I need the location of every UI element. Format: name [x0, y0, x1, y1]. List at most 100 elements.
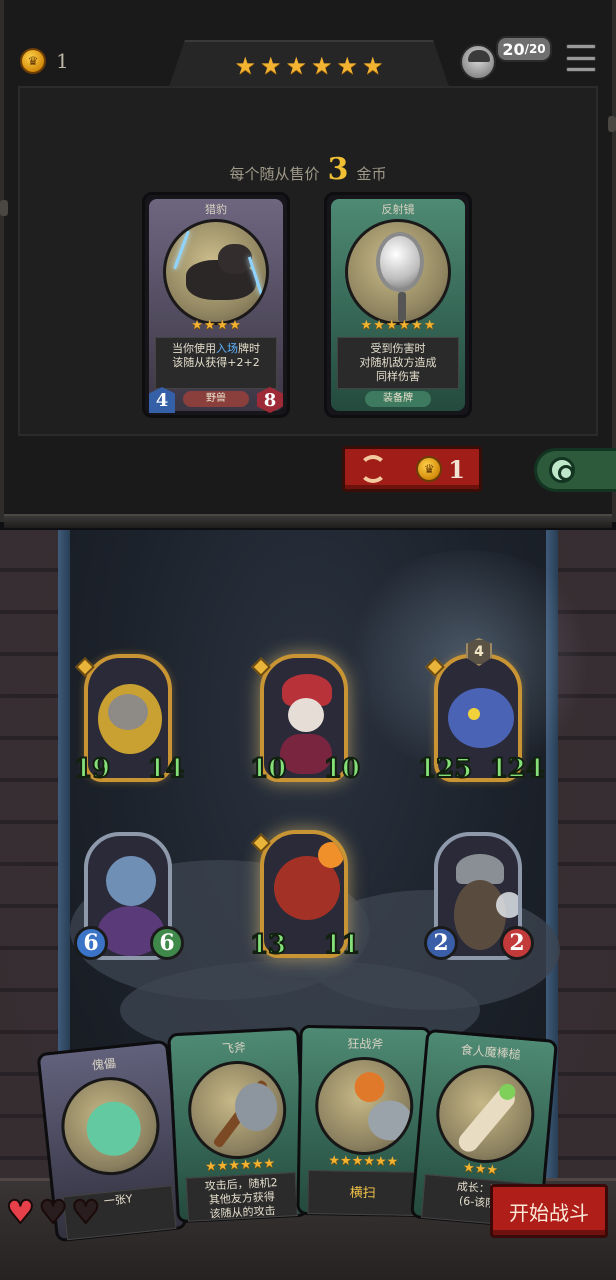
card-description: 攻击后，随机2 其他友方获得 该随从的攻击 — [185, 1172, 298, 1222]
card-stars: ★ ★ ★ ★ — [145, 319, 287, 332]
mirror-art — [345, 219, 451, 325]
board-unit-viking-dwarf[interactable]: 2 2 — [424, 832, 534, 968]
star-icon: ★ — [251, 1156, 264, 1173]
puppet-mask — [84, 1099, 144, 1159]
shop-area — [18, 86, 598, 436]
card-description: 受到伤害时 对随机敌方造成 同样伤害 — [337, 337, 459, 389]
star-icon: ★ — [423, 318, 436, 333]
player-avatar[interactable] — [460, 44, 496, 80]
card-title: 反射镜 — [381, 203, 415, 216]
heart-icon: ♥ — [5, 1193, 36, 1231]
panther-head — [218, 244, 252, 274]
card-title: 傀儡 — [91, 1056, 117, 1073]
berserker-axe-art — [314, 1056, 415, 1156]
board-unit-jester[interactable]: 10 10 — [249, 654, 361, 790]
sell-price-info: 每个随从售价 3 金币 — [0, 152, 616, 187]
axe-blade — [367, 1100, 413, 1141]
star-icon: ★ — [328, 1153, 341, 1169]
star-icon: ★ — [228, 1157, 241, 1174]
puppet-art — [56, 1072, 165, 1180]
equipment-tag: 装备牌 — [365, 391, 431, 407]
desc-text: 该随从获得+2+2 — [172, 356, 260, 369]
unit-attack: 125 — [417, 754, 473, 784]
refresh-icon — [359, 455, 387, 483]
star-icon: ★ — [398, 318, 411, 333]
board-unit-horned-demon[interactable]: 13 11 — [249, 830, 361, 966]
desc-text: 对随机敌方造成 — [359, 356, 437, 369]
refresh-shop-button[interactable]: ♛ 1 — [342, 446, 482, 492]
keyword-highlight: 入场 — [216, 342, 238, 355]
refresh-cost: ♛ 1 — [416, 455, 465, 484]
search-button[interactable] — [534, 448, 616, 492]
star-icon: ★ — [351, 1153, 364, 1169]
unit-health: 124 — [489, 754, 545, 784]
fire-icon — [318, 842, 344, 868]
unit-attack: 2 — [424, 926, 458, 960]
mirror-glass — [376, 232, 424, 292]
menu-button[interactable] — [566, 44, 596, 72]
hand-card-flying-axe[interactable]: 飞斧 ★ ★ ★ ★ ★ ★ 攻击后，随机2 其他友方获得 该随从的攻击 — [167, 1026, 309, 1224]
unit-health: 10 — [323, 754, 361, 784]
board-unit-night-elf[interactable]: 6 6 — [74, 832, 184, 968]
magnifier-icon — [549, 457, 575, 483]
sell-prefix: 每个随从售价 — [229, 165, 320, 183]
star-icon: ★ — [229, 318, 241, 333]
sell-price: 3 — [327, 152, 349, 187]
unit-attack: 10 — [249, 754, 287, 784]
hamburger-menu-icon — [566, 55, 596, 61]
card-stars: ★ ★ ★ ★ ★ ★ — [300, 1153, 426, 1170]
gold-value: 1 — [56, 49, 69, 73]
star-icon: ★ — [203, 318, 216, 333]
club-art — [432, 1060, 539, 1168]
start-battle-button[interactable]: 开始战斗 — [490, 1184, 608, 1238]
card-title: 猎豹 — [205, 203, 227, 216]
player-count-bubble[interactable]: 20/20 — [496, 36, 552, 62]
panther-art — [163, 219, 269, 325]
pumpkin-head — [354, 1071, 385, 1103]
desc-text: 牌时 — [238, 342, 260, 355]
desc-text: 当你使用 — [172, 342, 216, 355]
elf-head — [106, 856, 156, 906]
board-unit-blue-dragon[interactable]: 4 125 124 — [417, 638, 545, 790]
star-icon: ★ — [339, 1153, 352, 1169]
gold-counter: ♛ 1 — [20, 48, 69, 74]
glow-orb — [496, 892, 518, 918]
unit-attack: 19 — [73, 754, 111, 784]
star-icon: ★ — [363, 1153, 376, 1170]
hand-card-berserker-axe[interactable]: 狂战斧 ★ ★ ★ ★ ★ ★ 横扫 — [296, 1024, 432, 1218]
board-unit-golden-dragon[interactable]: 19 14 — [73, 654, 185, 790]
star-icon: ★ — [204, 1159, 218, 1175]
card-description: 当你使用入场牌时 该随从获得+2+2 — [155, 337, 277, 389]
card-stars: ★ ★ ★ ★ ★ ★ — [327, 319, 469, 332]
crown-coin-icon: ♛ — [20, 48, 46, 74]
star-icon: ★ — [385, 318, 398, 333]
dragon-art — [448, 688, 514, 748]
star-icon: ★ — [234, 52, 256, 80]
star-icon: ★ — [263, 1156, 276, 1172]
desc-text: 同样伤害 — [376, 370, 420, 383]
hamburger-menu-icon — [566, 44, 596, 49]
sell-suffix: 金币 — [356, 165, 387, 183]
dragon-eye — [468, 708, 480, 720]
lightning-icon — [173, 230, 190, 270]
heart-empty-icon: ♥ — [70, 1193, 101, 1231]
unit-health: 11 — [323, 930, 361, 960]
star-icon: ★ — [311, 52, 333, 80]
star-icon: ★ — [239, 1157, 253, 1173]
lives-indicator: ♥ ♥ ♥ — [5, 1193, 101, 1231]
frame-rivet — [608, 116, 616, 132]
tavern-tier-stars: ★ ★ ★ ★ ★ ★ — [168, 40, 450, 90]
player-total: /20 — [524, 42, 546, 56]
card-title: 食人魔棒槌 — [460, 1042, 522, 1062]
star-icon: ★ — [386, 1154, 399, 1170]
star-icon: ★ — [362, 52, 384, 80]
unit-attack: 13 — [249, 930, 287, 960]
unit-health: 6 — [150, 926, 184, 960]
card-keyword: 横扫 — [307, 1170, 419, 1216]
star-icon: ★ — [191, 318, 203, 333]
shop-card-mirror[interactable]: 反射镜 ★ ★ ★ ★ ★ ★ 受到伤害时 对随机敌方造成 同样伤害 装备牌 — [324, 192, 472, 418]
star-icon: ★ — [485, 1162, 499, 1179]
shop-card-panther[interactable]: 猎豹 ★ ★ ★ ★ 当你使用入场牌时 该随从获得+2+2 野兽 4 8 — [142, 192, 290, 418]
viking-body — [454, 880, 506, 950]
unit-health: 14 — [147, 754, 185, 784]
